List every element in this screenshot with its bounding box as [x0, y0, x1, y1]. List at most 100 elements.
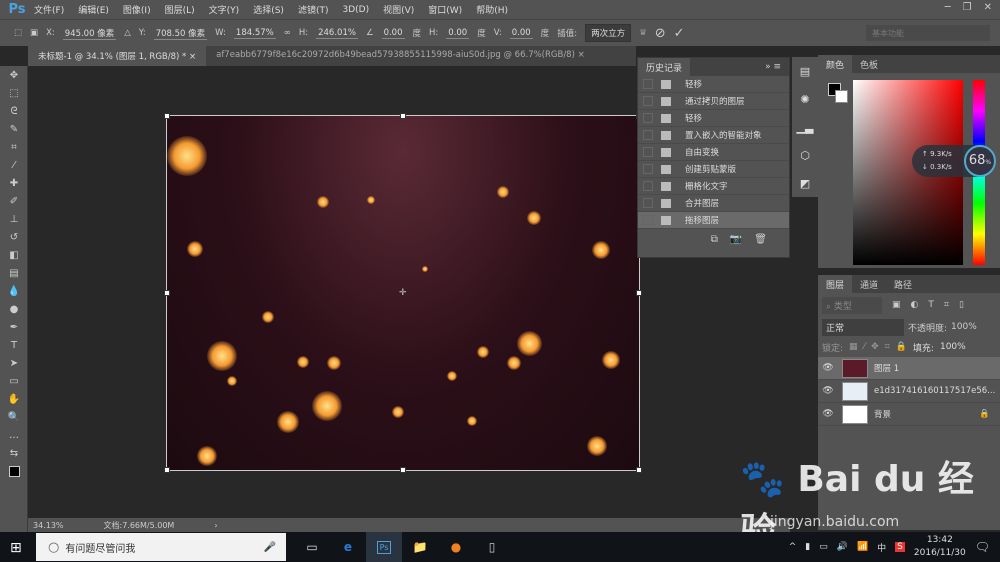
wifi-icon[interactable]: 📶: [857, 542, 868, 552]
tab-channels[interactable]: 通道: [852, 275, 886, 294]
tab-swatches[interactable]: 色板: [852, 55, 886, 74]
filter-shape-icon[interactable]: ⌗: [944, 300, 949, 310]
snapshot-source-checkbox[interactable]: [643, 96, 653, 106]
filter-type-icon[interactable]: T: [928, 300, 934, 310]
transform-handle[interactable]: [400, 467, 406, 473]
eye-icon[interactable]: 👁: [818, 409, 838, 419]
history-item[interactable]: 栅格化文字: [638, 178, 789, 195]
show-hidden-icon[interactable]: ^: [789, 542, 797, 552]
restore-icon[interactable]: ❐: [963, 2, 972, 13]
history-item[interactable]: 拖移图层: [638, 212, 789, 229]
marquee-tool-icon[interactable]: ⬚: [0, 84, 28, 102]
reference-point-icon[interactable]: ▣: [30, 28, 38, 38]
pen-tool-icon[interactable]: ✒: [0, 318, 28, 336]
menu-layer[interactable]: 图层(L): [165, 3, 195, 16]
properties-icon[interactable]: ◩: [792, 169, 818, 197]
windows-start-icon[interactable]: ⊞: [10, 540, 22, 556]
layer-row[interactable]: 👁 e1d317416160117517e56...: [818, 380, 1000, 403]
eye-icon[interactable]: 👁: [818, 363, 838, 373]
action-center-icon[interactable]: 🗨: [975, 540, 990, 554]
lock-brush-icon[interactable]: ⁄: [864, 342, 866, 352]
zoom-level[interactable]: 34.13%: [33, 521, 64, 530]
menu-type[interactable]: 文字(Y): [209, 3, 240, 16]
move-tool-icon[interactable]: ✥: [0, 66, 28, 84]
menu-filter[interactable]: 滤镜(T): [298, 3, 329, 16]
y-input[interactable]: 708.50 像素: [153, 27, 208, 40]
transform-handle[interactable]: [164, 467, 170, 473]
search-box[interactable]: ○ 有问题尽管问我 🎤: [36, 533, 286, 561]
crop-tool-icon[interactable]: ⌗: [0, 138, 28, 156]
snapshot-source-checkbox[interactable]: [643, 215, 653, 225]
swap-colors-icon[interactable]: ⇆: [0, 444, 28, 462]
hskew-input[interactable]: 0.00: [446, 28, 470, 39]
lock-pixels-icon[interactable]: ▦: [849, 342, 858, 352]
usb-icon[interactable]: ▮: [805, 542, 810, 552]
dodge-tool-icon[interactable]: ●: [0, 300, 28, 318]
more-tools-icon[interactable]: …: [0, 426, 28, 444]
blur-tool-icon[interactable]: 💧: [0, 282, 28, 300]
history-item[interactable]: 通过拷贝的图层: [638, 93, 789, 110]
browser-icon[interactable]: ●: [438, 532, 474, 562]
tab-color[interactable]: 颜色: [818, 54, 853, 74]
history-item[interactable]: 自由变换: [638, 144, 789, 161]
close-icon[interactable]: ×: [189, 52, 196, 62]
blend-mode-select[interactable]: 正常: [822, 318, 904, 336]
lasso-tool-icon[interactable]: ᘓ: [0, 102, 28, 120]
history-item[interactable]: 创建剪贴蒙版: [638, 161, 789, 178]
snapshot-source-checkbox[interactable]: [643, 79, 653, 89]
photoshop-taskbar-icon[interactable]: Ps: [366, 532, 402, 562]
brush-tool-icon[interactable]: ✐: [0, 192, 28, 210]
transform-handle[interactable]: [164, 290, 170, 296]
eye-icon[interactable]: 👁: [818, 386, 838, 396]
warp-icon[interactable]: ♕: [639, 28, 647, 38]
layer-row[interactable]: 👁 背景 🔒: [818, 403, 1000, 426]
status-arrow-icon[interactable]: ›: [214, 521, 217, 530]
histogram-icon[interactable]: ▁▃: [792, 113, 818, 141]
menu-file[interactable]: 文件(F): [34, 3, 64, 16]
type-tool-icon[interactable]: T: [0, 336, 28, 354]
shape-tool-icon[interactable]: ▭: [0, 372, 28, 390]
transform-handle[interactable]: [636, 290, 642, 296]
quick-select-tool-icon[interactable]: ✎: [0, 120, 28, 138]
hand-tool-icon[interactable]: ✋: [0, 390, 28, 408]
battery-icon[interactable]: ▭: [819, 542, 828, 552]
trash-icon[interactable]: 🗑: [754, 234, 767, 245]
menu-window[interactable]: 窗口(W): [428, 3, 462, 16]
snapshot-source-checkbox[interactable]: [643, 164, 653, 174]
sogou-icon[interactable]: S: [895, 542, 905, 552]
3d-icon[interactable]: ⬡: [792, 141, 818, 169]
stamp-tool-icon[interactable]: ⊥: [0, 210, 28, 228]
close-icon[interactable]: ✕: [984, 2, 992, 13]
snapshot-source-checkbox[interactable]: [643, 181, 653, 191]
menu-view[interactable]: 视图(V): [383, 3, 414, 16]
eraser-tool-icon[interactable]: ◧: [0, 246, 28, 264]
history-item[interactable]: 合并图层: [638, 195, 789, 212]
x-input[interactable]: 945.00 像素: [62, 27, 117, 40]
menu-image[interactable]: 图像(I): [123, 3, 151, 16]
filter-smart-icon[interactable]: ▯: [959, 300, 964, 310]
edge-icon[interactable]: e: [330, 532, 366, 562]
opacity-input[interactable]: 100%: [951, 322, 977, 332]
lock-position-icon[interactable]: ✥: [871, 342, 879, 352]
color-swatches-icon[interactable]: [0, 462, 28, 480]
gradient-tool-icon[interactable]: ▤: [0, 264, 28, 282]
snapshot-source-checkbox[interactable]: [643, 130, 653, 140]
height-input[interactable]: 246.01%: [316, 28, 358, 39]
menu-select[interactable]: 选择(S): [253, 3, 284, 16]
layer-row[interactable]: 👁 图层 1: [818, 357, 1000, 380]
width-input[interactable]: 184.57%: [233, 28, 276, 39]
snapshot-icon[interactable]: 📷: [730, 234, 742, 245]
tab-document-2[interactable]: af7eabb6779f8e16c20972d6b49bead579388551…: [206, 46, 595, 66]
minimize-icon[interactable]: ─: [945, 2, 951, 13]
tab-paths[interactable]: 路径: [886, 275, 920, 294]
background-color[interactable]: [835, 90, 848, 103]
volume-icon[interactable]: 🔊: [837, 542, 848, 552]
file-explorer-icon[interactable]: 📁: [402, 532, 438, 562]
photo-app-icon[interactable]: ▯: [474, 532, 510, 562]
fill-input[interactable]: 100%: [940, 342, 966, 352]
link-icon[interactable]: ∞: [284, 28, 291, 38]
snapshot-source-checkbox[interactable]: [643, 147, 653, 157]
snapshot-source-checkbox[interactable]: [643, 113, 653, 123]
transform-handle[interactable]: [400, 113, 406, 119]
eyedropper-tool-icon[interactable]: ⁄: [0, 156, 28, 174]
